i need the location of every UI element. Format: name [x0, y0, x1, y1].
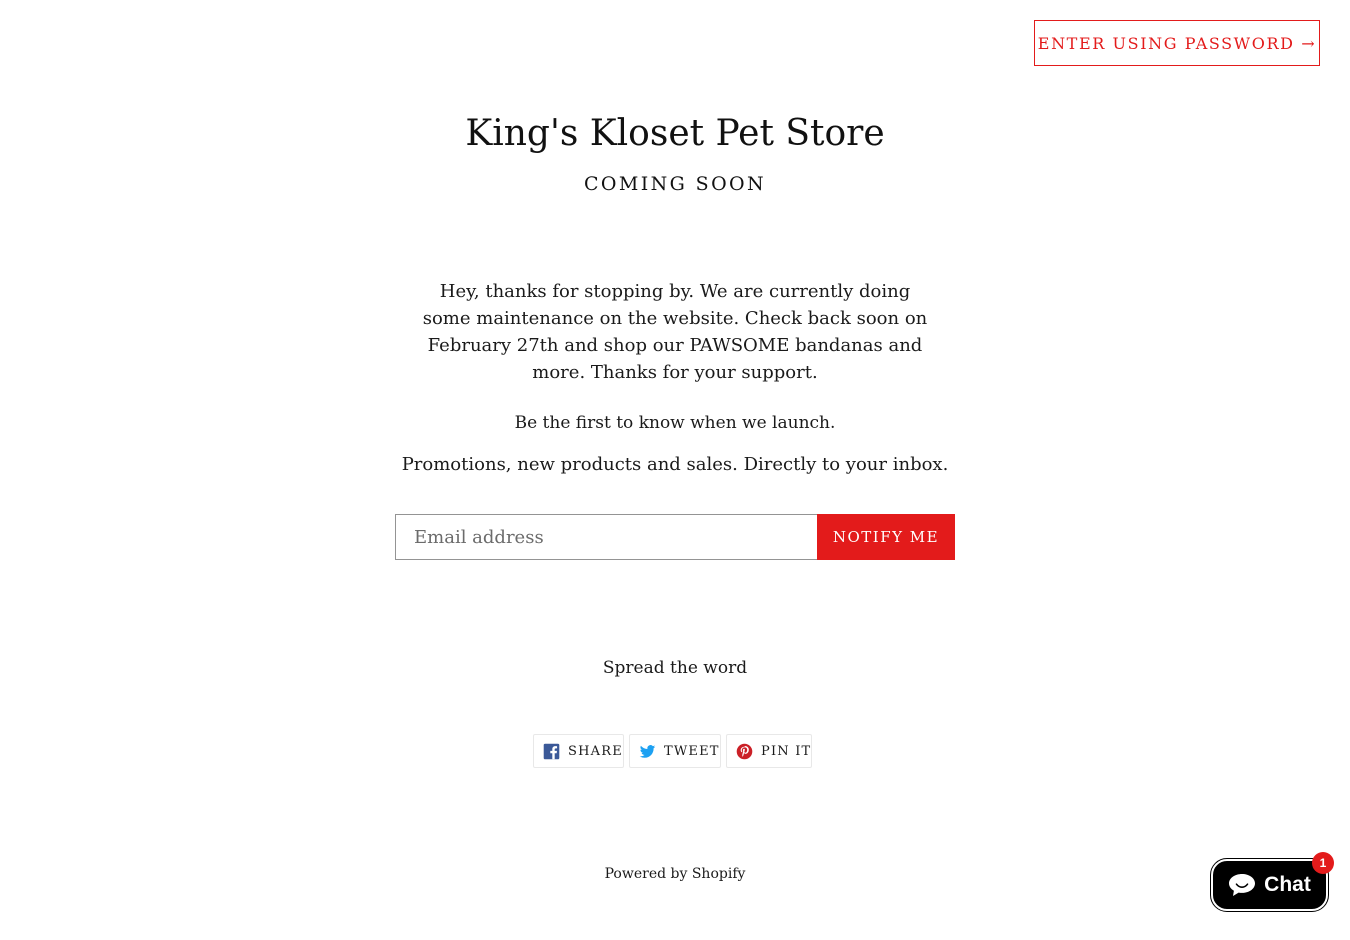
share-label: SHARE — [568, 743, 623, 759]
powered-by-shopify-link[interactable]: Powered by Shopify — [605, 866, 746, 882]
chat-label: Chat — [1264, 873, 1311, 896]
powered-by-footer: Powered by Shopify — [0, 863, 1350, 885]
maintenance-message: Hey, thanks for stopping by. We are curr… — [422, 281, 928, 383]
facebook-icon — [543, 743, 560, 759]
chat-bubble-icon — [1229, 874, 1256, 896]
password-page: ENTER USING PASSWORD → King's Kloset Pet… — [0, 0, 1350, 940]
chat-button[interactable]: Chat — [1210, 858, 1329, 912]
email-input[interactable] — [395, 514, 817, 560]
chat-notification-badge: 1 — [1312, 852, 1334, 874]
twitter-icon — [639, 744, 656, 758]
coming-soon-subtitle: COMING SOON — [583, 173, 767, 195]
store-title: King's Kloset Pet Store — [465, 113, 885, 154]
pinterest-icon — [736, 743, 753, 759]
newsletter-subheading: Promotions, new products and sales. Dire… — [401, 454, 949, 475]
spread-the-word-heading: Spread the word — [602, 658, 748, 678]
notify-me-button[interactable]: NOTIFY ME — [817, 514, 955, 560]
enter-using-password-button[interactable]: ENTER USING PASSWORD → — [1034, 20, 1320, 66]
tweet-label: TWEET — [664, 743, 720, 759]
twitter-tweet-button[interactable]: TWEET — [629, 734, 721, 768]
pinterest-pin-button[interactable]: PIN IT — [726, 734, 812, 768]
social-share-buttons: SHARE TWEET PIN IT — [533, 734, 812, 768]
facebook-share-button[interactable]: SHARE — [533, 734, 624, 768]
newsletter-heading: Be the first to know when we launch. — [514, 413, 836, 433]
pin-it-label: PIN IT — [761, 743, 812, 759]
